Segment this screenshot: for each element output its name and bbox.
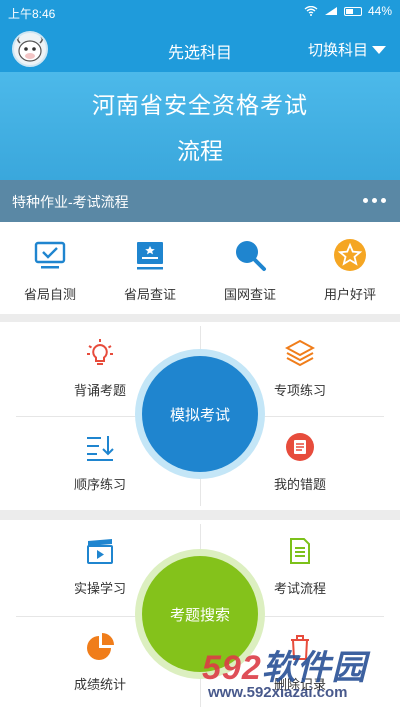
cell-label: 我的错题: [273, 477, 326, 492]
quick-item-self-test[interactable]: 省局自测: [0, 222, 100, 314]
trash-icon: [291, 635, 309, 660]
certificate-icon: [137, 242, 163, 270]
quick-label: 用户好评: [323, 287, 376, 302]
cell-label: 删除记录: [273, 677, 326, 692]
star-icon: [334, 239, 366, 271]
switch-subject-button[interactable]: 切换科目: [308, 39, 386, 60]
quick-label: 省局查证: [123, 287, 176, 302]
search-icon: [236, 241, 266, 271]
banner-line2: 流程: [177, 138, 223, 164]
battery-level: 44%: [367, 4, 392, 18]
cell-label: 成绩统计: [73, 677, 126, 692]
wifi-icon: [304, 6, 318, 16]
mock-exam-label: 模拟考试: [169, 406, 230, 424]
banner-line1: 河南省安全资格考试: [92, 92, 308, 118]
banner-caption-bar: 特种作业-考试流程: [0, 180, 400, 222]
battery-icon: [343, 6, 362, 16]
quick-label: 国网查证: [223, 287, 276, 302]
document-icon: [290, 538, 310, 564]
question-search-button[interactable]: 考题搜索: [142, 556, 258, 672]
question-search-label: 考题搜索: [169, 606, 230, 624]
pie-chart-icon: [87, 633, 114, 660]
app-bar: 先选科目 切换科目: [0, 24, 400, 72]
video-clapper-icon: [87, 539, 113, 564]
wrong-book-icon: [286, 433, 314, 461]
quick-item-national-check[interactable]: 国网查证: [200, 222, 300, 314]
carousel-dots-icon: [363, 198, 386, 203]
cell-label: 顺序练习: [73, 477, 126, 492]
layers-icon: [285, 339, 315, 367]
mock-exam-button[interactable]: 模拟考试: [142, 356, 258, 472]
banner-caption: 特种作业-考试流程: [12, 194, 129, 210]
status-time: 上午8:46: [8, 7, 56, 21]
signal-icon: [324, 7, 337, 15]
sort-list-icon: [87, 436, 114, 461]
quick-item-rating[interactable]: 用户好评: [300, 222, 400, 314]
monitor-check-icon: [34, 241, 66, 269]
switch-subject-label: 切换科目: [307, 42, 368, 59]
banner[interactable]: 河南省安全资格考试 流程: [0, 72, 400, 180]
quick-item-cert-check[interactable]: 省局查证: [100, 222, 200, 314]
lightbulb-icon: [87, 339, 113, 365]
quick-label: 省局自测: [23, 287, 76, 302]
caret-down-icon: [372, 45, 386, 54]
status-bar: 上午8:46 44%: [0, 0, 400, 24]
quick-actions: 省局自测 省局查证 国网查证 用户好评: [0, 222, 400, 314]
